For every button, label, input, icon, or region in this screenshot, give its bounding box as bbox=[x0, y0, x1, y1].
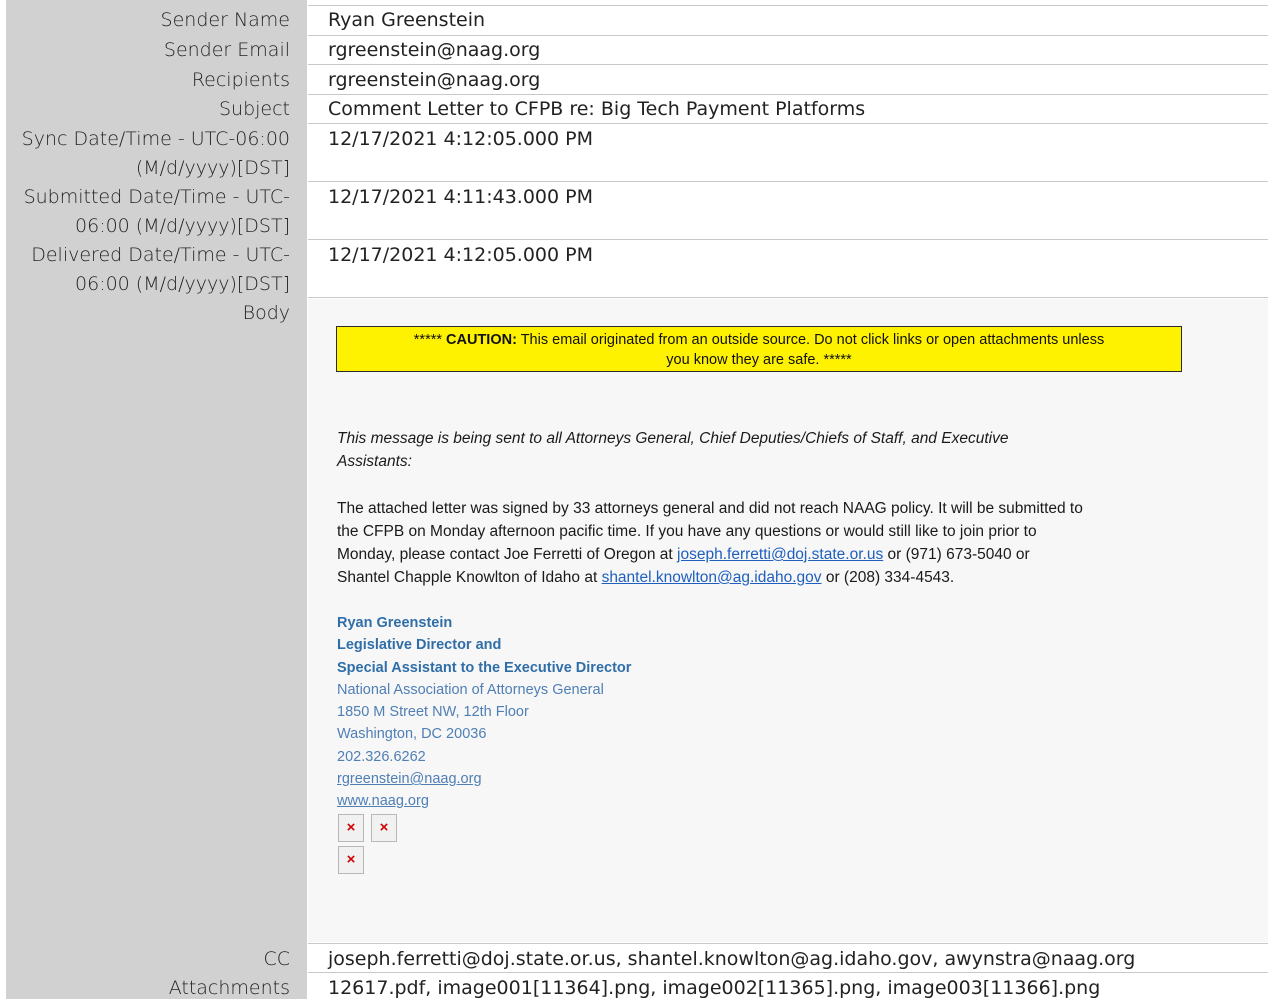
intro-line-1: This message is being sent to all Attorn… bbox=[337, 430, 1009, 447]
caution-text: This email originated from an outside so… bbox=[520, 332, 1105, 348]
submitted-label-line1: Submitted Date/Time - UTC- bbox=[23, 186, 290, 208]
subject-label: Subject bbox=[218, 98, 290, 120]
sender-email-value: rgreenstein@naag.org bbox=[328, 39, 541, 61]
caution-word: CAUTION: bbox=[446, 332, 517, 348]
divider bbox=[308, 181, 1268, 182]
signature-title-2: Special Assistant to the Executive Direc… bbox=[337, 659, 632, 676]
broken-image-icon: × bbox=[338, 846, 364, 874]
submitted-label-line2: 06:00 (M/d/yyyy)[DST] bbox=[75, 215, 290, 237]
intro-line-2: Assistants: bbox=[337, 453, 412, 470]
signature-email-link[interactable]: rgreenstein@naag.org bbox=[337, 768, 631, 790]
paragraph-text: Monday, please contact Joe Ferretti of O… bbox=[337, 546, 673, 563]
caution-banner: ***** CAUTION: This email originated fro… bbox=[336, 326, 1182, 372]
body-label: Body bbox=[242, 302, 290, 324]
sync-datetime-value: 12/17/2021 4:12:05.000 PM bbox=[328, 128, 593, 150]
sender-name-label: Sender Name bbox=[160, 9, 290, 31]
signature-address-1: 1850 M Street NW, 12th Floor bbox=[337, 704, 529, 721]
cc-value: joseph.ferretti@doj.state.or.us, shantel… bbox=[328, 948, 1136, 970]
knowlton-email-link[interactable]: shantel.knowlton@ag.idaho.gov bbox=[602, 569, 822, 586]
paragraph-text: Shantel Chapple Knowlton of Idaho at bbox=[337, 569, 598, 586]
signature-name: Ryan Greenstein bbox=[337, 615, 453, 631]
paragraph-line-1: The attached letter was signed by 33 att… bbox=[337, 500, 1083, 517]
cc-label: CC bbox=[263, 948, 290, 970]
paragraph-line-2: the CFPB on Monday afternoon pacific tim… bbox=[337, 523, 1037, 540]
caution-prefix: ***** bbox=[413, 332, 442, 348]
ferretti-email-link[interactable]: joseph.ferretti@doj.state.or.us bbox=[677, 546, 883, 563]
submitted-datetime-value: 12/17/2021 4:11:43.000 PM bbox=[328, 186, 593, 208]
delivered-label-line2: 06:00 (M/d/yyyy)[DST] bbox=[75, 273, 290, 295]
subject-value: Comment Letter to CFPB re: Big Tech Paym… bbox=[328, 98, 866, 120]
recipients-label: Recipients bbox=[191, 69, 290, 91]
delivered-datetime-value: 12/17/2021 4:12:05.000 PM bbox=[328, 244, 593, 266]
signature-org: National Association of Attorneys Genera… bbox=[337, 681, 604, 698]
broken-image-icon: × bbox=[338, 814, 364, 842]
divider bbox=[308, 297, 1268, 298]
signature-website-link[interactable]: www.naag.org bbox=[337, 790, 631, 812]
signature-block: Ryan Greenstein Legislative Director and… bbox=[337, 612, 631, 813]
broken-image-icon: × bbox=[371, 814, 397, 842]
sync-label-line1: Sync Date/Time - UTC-06:00 bbox=[21, 128, 290, 150]
sender-name-value: Ryan Greenstein bbox=[328, 9, 486, 31]
delivered-label-line1: Delivered Date/Time - UTC- bbox=[31, 244, 290, 266]
signature-address-2: Washington, DC 20036 bbox=[337, 726, 487, 743]
paragraph-line-3: Monday, please contact Joe Ferretti of O… bbox=[337, 544, 1030, 567]
recipients-value: rgreenstein@naag.org bbox=[328, 69, 541, 91]
sender-email-label: Sender Email bbox=[163, 39, 290, 61]
divider bbox=[308, 943, 1268, 944]
paragraph-text: or (208) 334-4543. bbox=[825, 569, 955, 586]
signature-title-1: Legislative Director and bbox=[337, 637, 502, 654]
paragraph-text: or (971) 673-5040 or bbox=[887, 546, 1030, 563]
paragraph-line-4: Shantel Chapple Knowlton of Idaho at sha… bbox=[337, 567, 954, 590]
signature-phone: 202.326.6262 bbox=[337, 748, 426, 765]
caution-text-2: you know they are safe. ***** bbox=[666, 352, 852, 368]
sync-label-line2: (M/d/yyyy)[DST] bbox=[135, 157, 290, 179]
divider bbox=[308, 239, 1268, 240]
